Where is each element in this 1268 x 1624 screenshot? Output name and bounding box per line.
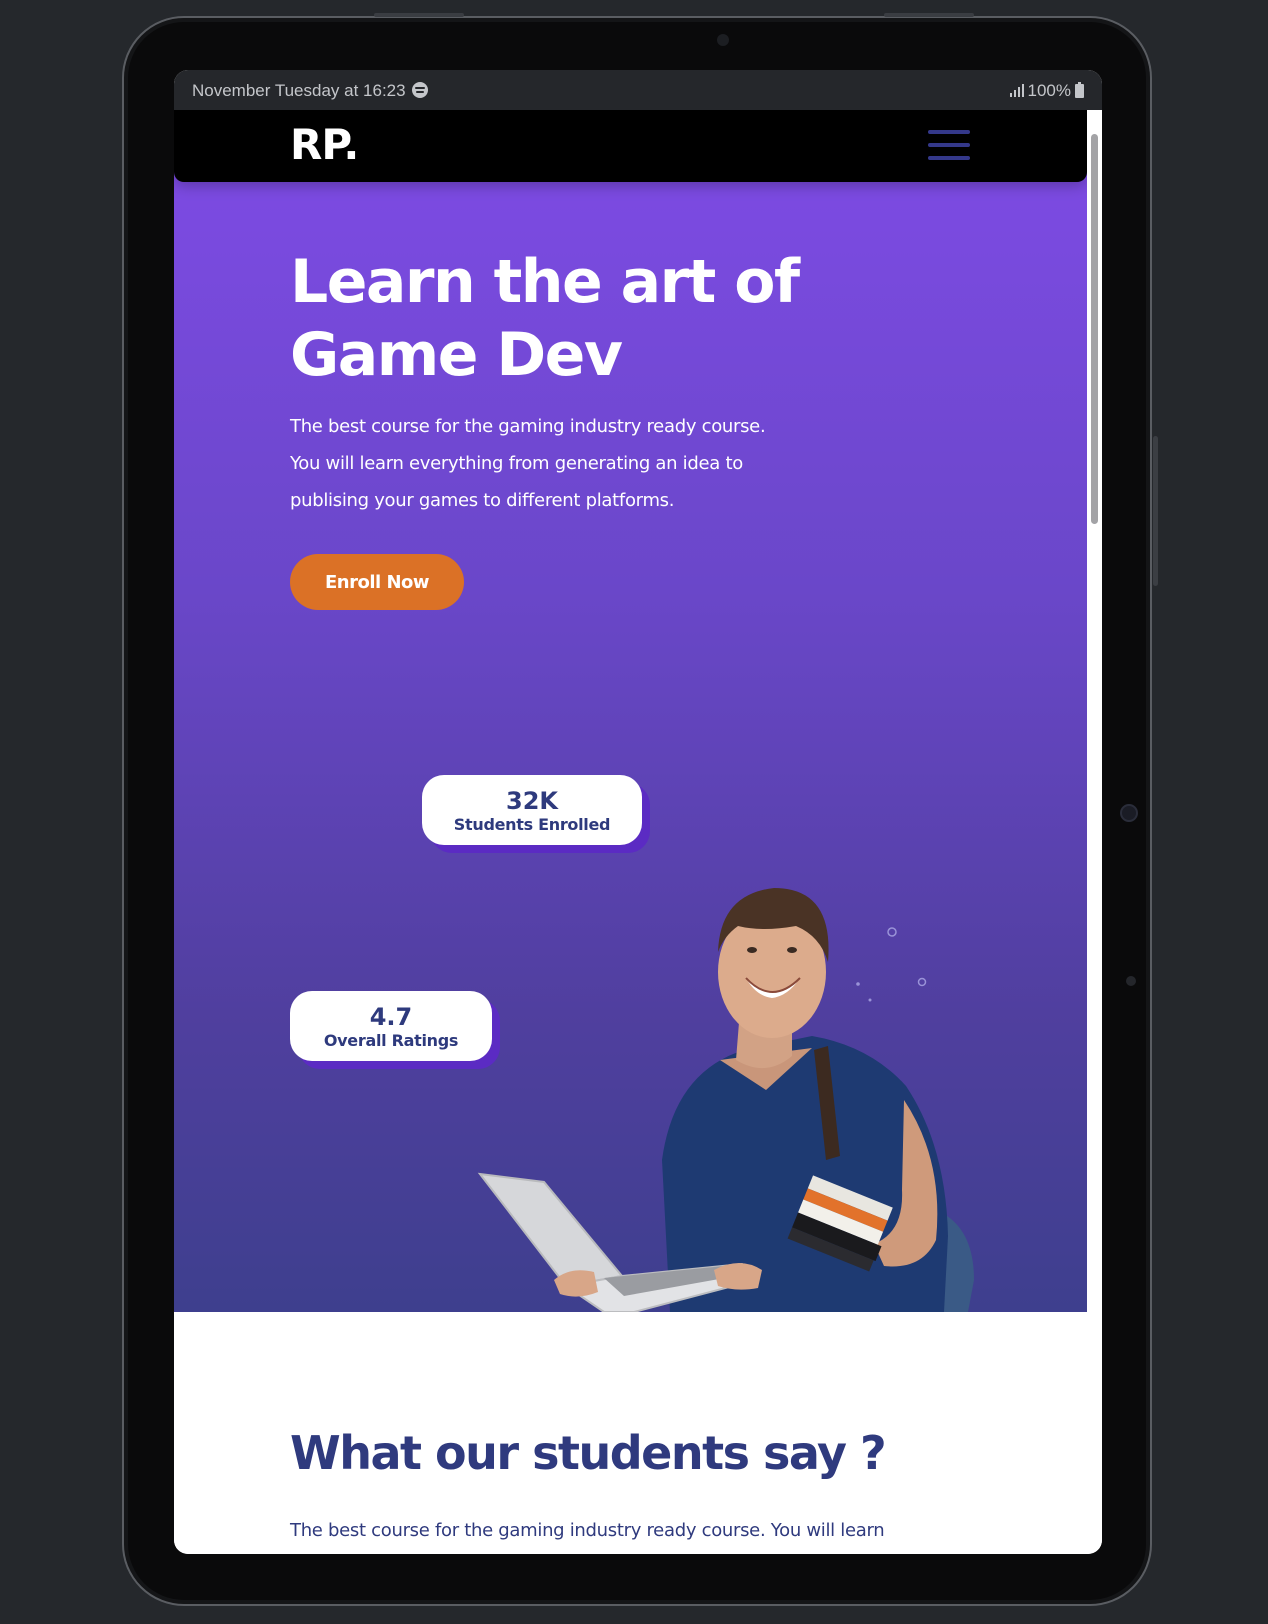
status-indicators: 100% [1009,81,1084,101]
webpage[interactable]: RP. Learn the art of Game Dev The best c… [174,110,1087,1554]
hero-description: The best course for the gaming industry … [290,408,810,519]
hero-title: Learn the art of Game Dev [290,246,850,392]
page-scrollbar[interactable] [1087,110,1102,1554]
students-enrolled-value: 32K [506,787,558,815]
enroll-now-button[interactable]: Enroll Now [290,554,464,610]
battery-icon [1075,82,1084,98]
hamburger-menu-icon[interactable] [928,130,970,160]
screen: November Tuesday at 16:23 100% RP. Learn… [174,70,1102,1554]
site-logo[interactable]: RP. [290,120,359,169]
students-enrolled-card: 32K Students Enrolled [422,775,642,845]
camera-sensor [1120,804,1138,822]
status-bar: November Tuesday at 16:23 100% [174,70,1102,110]
overall-ratings-label: Overall Ratings [323,1031,459,1050]
hero-description-line: The best course for the gaming industry … [290,416,766,437]
overall-ratings-value: 4.7 [369,1003,413,1031]
front-camera [717,34,729,46]
hero-title-line: Game Dev [290,320,623,390]
hardware-button [374,13,464,17]
hero-section: RP. Learn the art of Game Dev The best c… [174,110,1087,1312]
testimonials-title: What our students say ? [290,1426,887,1480]
hero-title-line: Learn the art of [290,247,800,317]
light-sensor [1126,976,1136,986]
navbar: RP. [174,110,1087,182]
students-enrolled-label: Students Enrolled [453,815,611,834]
testimonials-description: The best course for the gaming industry … [290,1520,885,1541]
status-time-text: November Tuesday at 16:23 [192,81,406,100]
side-button [1153,436,1158,586]
spotify-icon [411,82,428,98]
battery-percent: 100% [1027,81,1071,100]
hardware-button [884,13,974,17]
scrollbar-thumb[interactable] [1091,134,1098,524]
student-with-laptop-image [477,888,974,1312]
hero-description-line: You will learn everything from generatin… [290,453,743,474]
signal-icon [1009,84,1024,97]
overall-ratings-card: 4.7 Overall Ratings [290,991,492,1061]
hero-description-line: publising your games to different platfo… [290,490,675,511]
status-time: November Tuesday at 16:23 [192,81,428,101]
